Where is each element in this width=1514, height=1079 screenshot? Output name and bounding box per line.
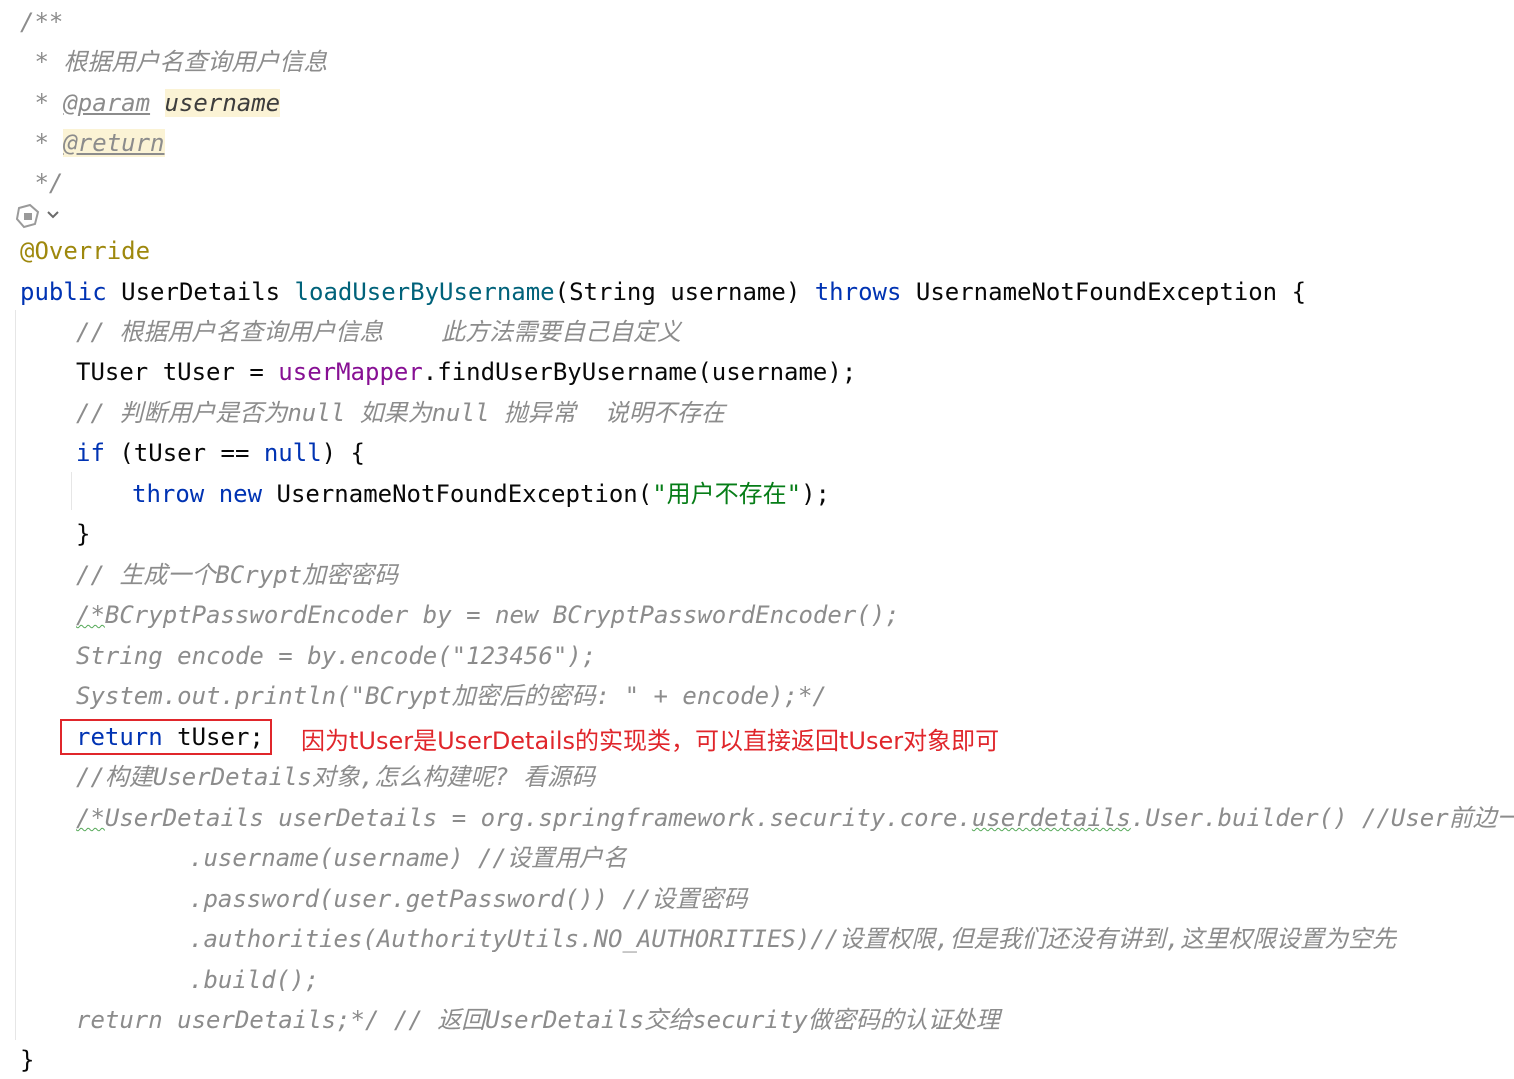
method-name: loadUserByUsername xyxy=(294,278,555,306)
javadoc-summary: 根据用户名查询用户信息 xyxy=(63,48,328,76)
param-name: username xyxy=(164,89,281,117)
commented-code-line: .authorities(AuthorityUtils.NO_AUTHORITI… xyxy=(189,925,1397,953)
return-tag: @return xyxy=(63,129,165,157)
comment-line: // 根据用户名查询用户信息 此方法需要自己自定义 xyxy=(76,318,682,346)
throw-line: throw new UsernameNotFoundException("用户不… xyxy=(132,480,831,508)
comment-line: //构建UserDetails对象,怎么构建呢? 看源码 xyxy=(76,763,596,791)
javadoc-param-line: * @param username xyxy=(20,89,281,117)
if-line: if (tUser == null) { xyxy=(76,439,366,467)
javadoc-return-line: * @return xyxy=(20,129,165,157)
indent-guide xyxy=(15,310,16,1040)
commented-code-line: String encode = by.encode("123456"); xyxy=(76,642,597,670)
highlight-box xyxy=(60,719,272,755)
find-user-line: TUser tUser = userMapper.findUserByUsern… xyxy=(76,358,857,386)
param-tag: @param xyxy=(63,89,151,117)
comment-line: // 生成一个BCrypt加密密码 xyxy=(76,561,399,589)
javadoc-summary-line: * 根据用户名查询用户信息 xyxy=(20,48,328,76)
if-close-brace: } xyxy=(76,520,91,548)
commented-code-line: return userDetails;*/ // 返回UserDetails交给… xyxy=(76,1006,1000,1034)
commented-code-line: /*UserDetails userDetails = org.springfr… xyxy=(76,804,1514,832)
indent-guide xyxy=(71,472,72,510)
commented-code-line: .password(user.getPassword()) //设置密码 xyxy=(189,885,748,913)
commented-code-line: System.out.println("BCrypt加密后的密码: " + en… xyxy=(76,682,827,710)
commented-code-line: /*BCryptPasswordEncoder by = new BCryptP… xyxy=(76,601,900,629)
javadoc-open: /** xyxy=(20,8,64,36)
commented-code-line: .build(); xyxy=(189,966,320,994)
comment-line: // 判断用户是否为null 如果为null 抛异常 说明不存在 xyxy=(76,399,725,427)
method-close-brace: } xyxy=(20,1046,35,1074)
override-annotation: @Override xyxy=(20,237,151,265)
method-signature: public UserDetails loadUserByUsername(St… xyxy=(20,278,1307,306)
annotation-note: 因为tUser是UserDetails的实现类，可以直接返回tUser对象即可 xyxy=(301,727,1000,755)
ai-assist-icon[interactable] xyxy=(16,202,64,230)
commented-code-line: .username(username) //设置用户名 xyxy=(189,844,627,872)
javadoc-close: */ xyxy=(20,169,64,197)
